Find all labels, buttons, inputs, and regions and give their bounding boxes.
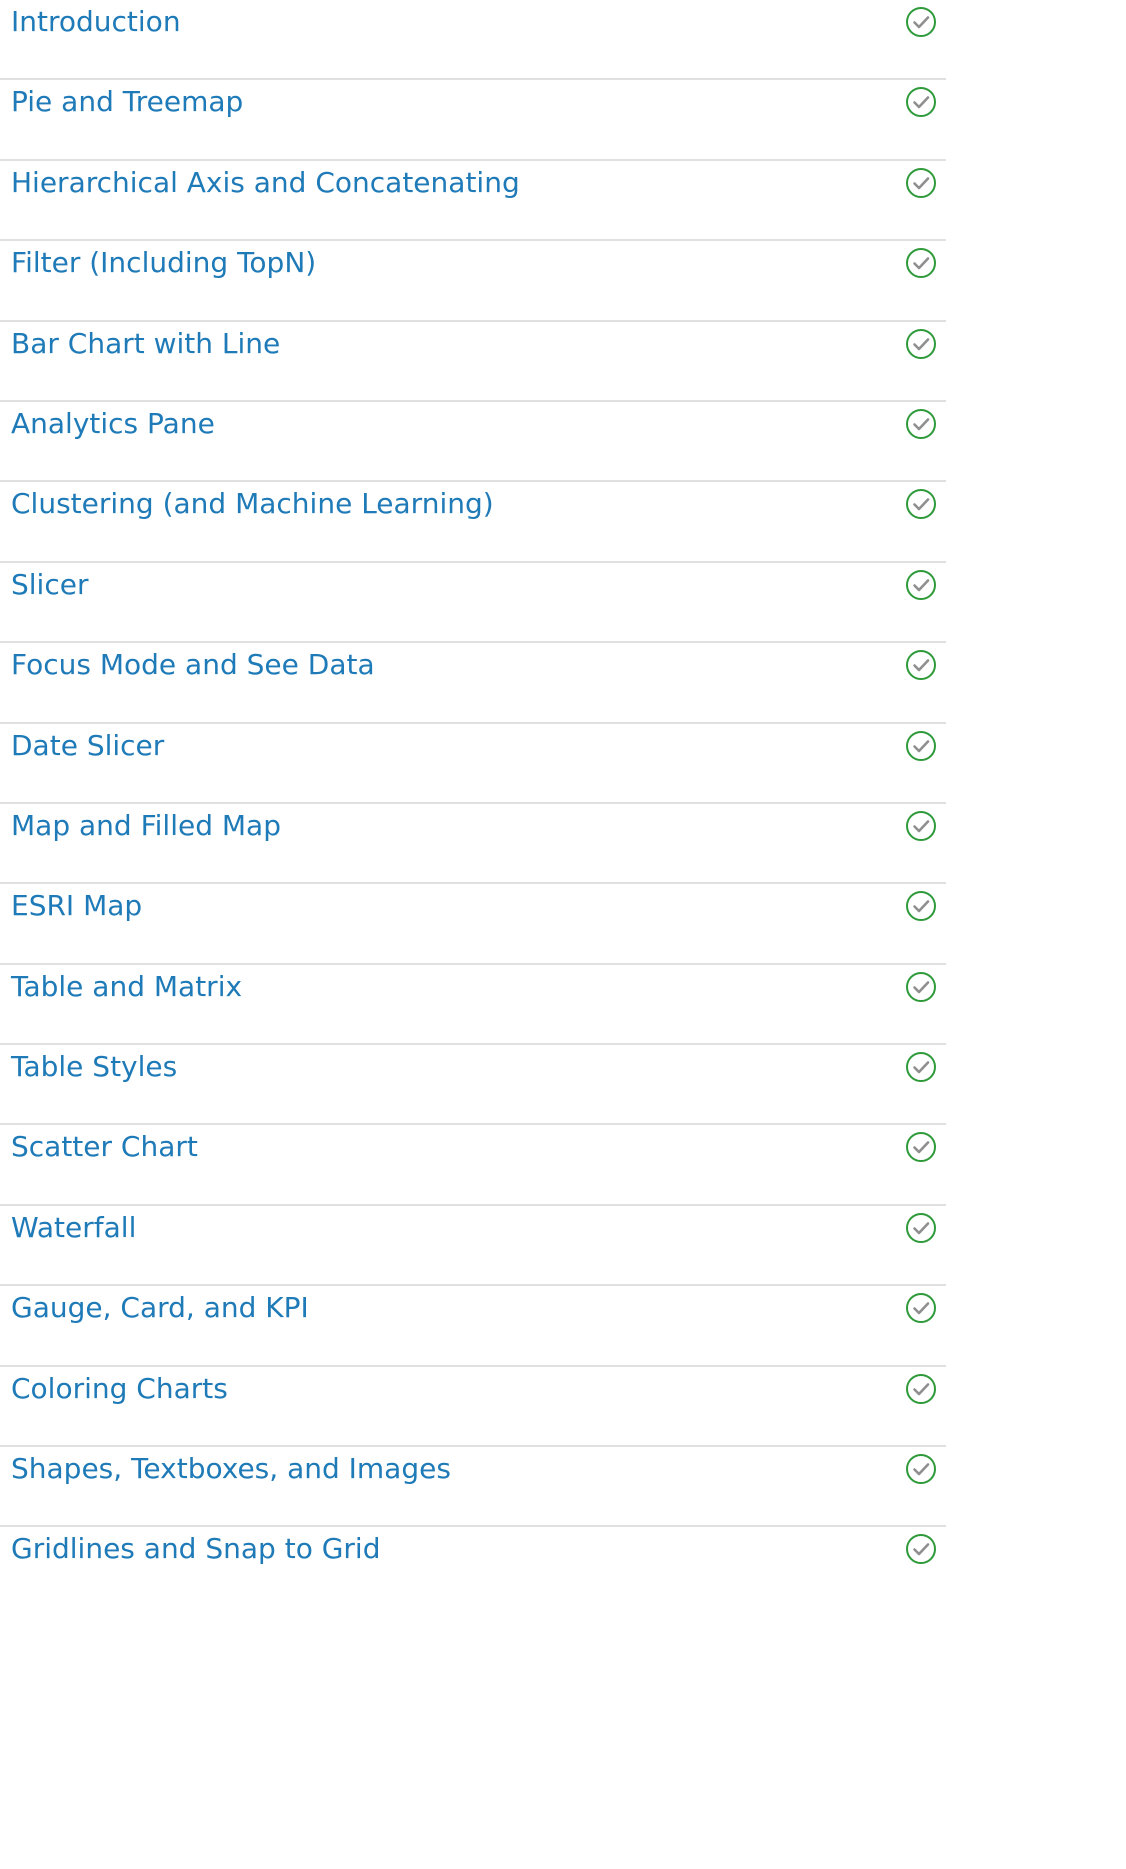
lesson-link[interactable]: Analytics Pane xyxy=(11,409,215,438)
lesson-link[interactable]: Clustering (and Machine Learning) xyxy=(11,490,494,518)
check-circle-icon xyxy=(906,1534,936,1565)
lesson-item: Shapes, Textboxes, and Images xyxy=(0,1447,946,1528)
check-circle-icon xyxy=(906,408,936,439)
check-circle-icon xyxy=(906,328,936,359)
lesson-item: Coloring Charts xyxy=(0,1367,946,1448)
lesson-item: Gridlines and Snap to Grid xyxy=(0,1527,946,1607)
lesson-link[interactable]: Gauge, Card, and KPI xyxy=(11,1294,309,1322)
lesson-item: Clustering (and Machine Learning) xyxy=(0,482,946,563)
lesson-link[interactable]: Date Slicer xyxy=(11,731,164,760)
lesson-link[interactable]: ESRI Map xyxy=(11,892,142,920)
check-circle-icon xyxy=(906,1212,936,1243)
lesson-link[interactable]: Filter (Including TopN) xyxy=(11,249,316,277)
lesson-item: Table and Matrix xyxy=(0,965,946,1046)
lesson-item: Scatter Chart xyxy=(0,1125,946,1206)
check-circle-icon xyxy=(906,650,936,681)
check-circle-icon xyxy=(906,167,936,198)
lesson-item: Table Styles xyxy=(0,1045,946,1126)
lesson-item: ESRI Map xyxy=(0,884,946,965)
lesson-item: Slicer xyxy=(0,563,946,644)
check-circle-icon xyxy=(906,1373,936,1404)
lesson-link[interactable]: Scatter Chart xyxy=(11,1133,198,1161)
check-circle-icon xyxy=(906,891,936,922)
lesson-link[interactable]: Focus Mode and See Data xyxy=(11,651,375,679)
lesson-link[interactable]: Pie and Treemap xyxy=(11,88,243,116)
lesson-link[interactable]: Gridlines and Snap to Grid xyxy=(11,1535,380,1563)
check-circle-icon xyxy=(906,1454,936,1485)
lesson-link[interactable]: Shapes, Textboxes, and Images xyxy=(11,1455,451,1483)
check-circle-icon xyxy=(906,87,936,118)
lesson-item: Introduction xyxy=(0,0,946,81)
lesson-link[interactable]: Table and Matrix xyxy=(11,972,242,1001)
check-circle-icon xyxy=(906,1132,936,1163)
lesson-item: Map and Filled Map xyxy=(0,804,946,885)
lesson-item: Pie and Treemap xyxy=(0,80,946,161)
lesson-link[interactable]: Coloring Charts xyxy=(11,1374,228,1403)
lesson-link[interactable]: Waterfall xyxy=(11,1213,136,1242)
check-circle-icon xyxy=(906,1293,936,1324)
lesson-link[interactable]: Introduction xyxy=(11,8,181,36)
lesson-link[interactable]: Bar Chart with Line xyxy=(11,329,280,358)
lesson-item: Waterfall xyxy=(0,1206,946,1287)
check-circle-icon xyxy=(906,730,936,761)
check-circle-icon xyxy=(906,7,936,37)
lesson-link[interactable]: Hierarchical Axis and Concatenating xyxy=(11,168,520,197)
check-circle-icon xyxy=(906,810,936,841)
lesson-link[interactable]: Table Styles xyxy=(11,1053,177,1081)
lesson-item: Analytics Pane xyxy=(0,402,946,483)
check-circle-icon xyxy=(906,971,936,1002)
lesson-item: Hierarchical Axis and Concatenating xyxy=(0,161,946,242)
lesson-item: Filter (Including TopN) xyxy=(0,241,946,322)
check-circle-icon xyxy=(906,248,936,279)
lesson-item: Gauge, Card, and KPI xyxy=(0,1286,946,1367)
check-circle-icon xyxy=(906,489,936,520)
check-circle-icon xyxy=(906,1052,936,1083)
lesson-link[interactable]: Map and Filled Map xyxy=(11,811,281,840)
lesson-item: Date Slicer xyxy=(0,724,946,804)
lesson-item: Focus Mode and See Data xyxy=(0,643,946,724)
lesson-list: Introduction Pie and Treemap Hierarchical … xyxy=(0,0,946,1608)
check-circle-icon xyxy=(906,569,936,600)
lesson-item: Bar Chart with Line xyxy=(0,322,946,402)
lesson-link[interactable]: Slicer xyxy=(11,570,88,599)
